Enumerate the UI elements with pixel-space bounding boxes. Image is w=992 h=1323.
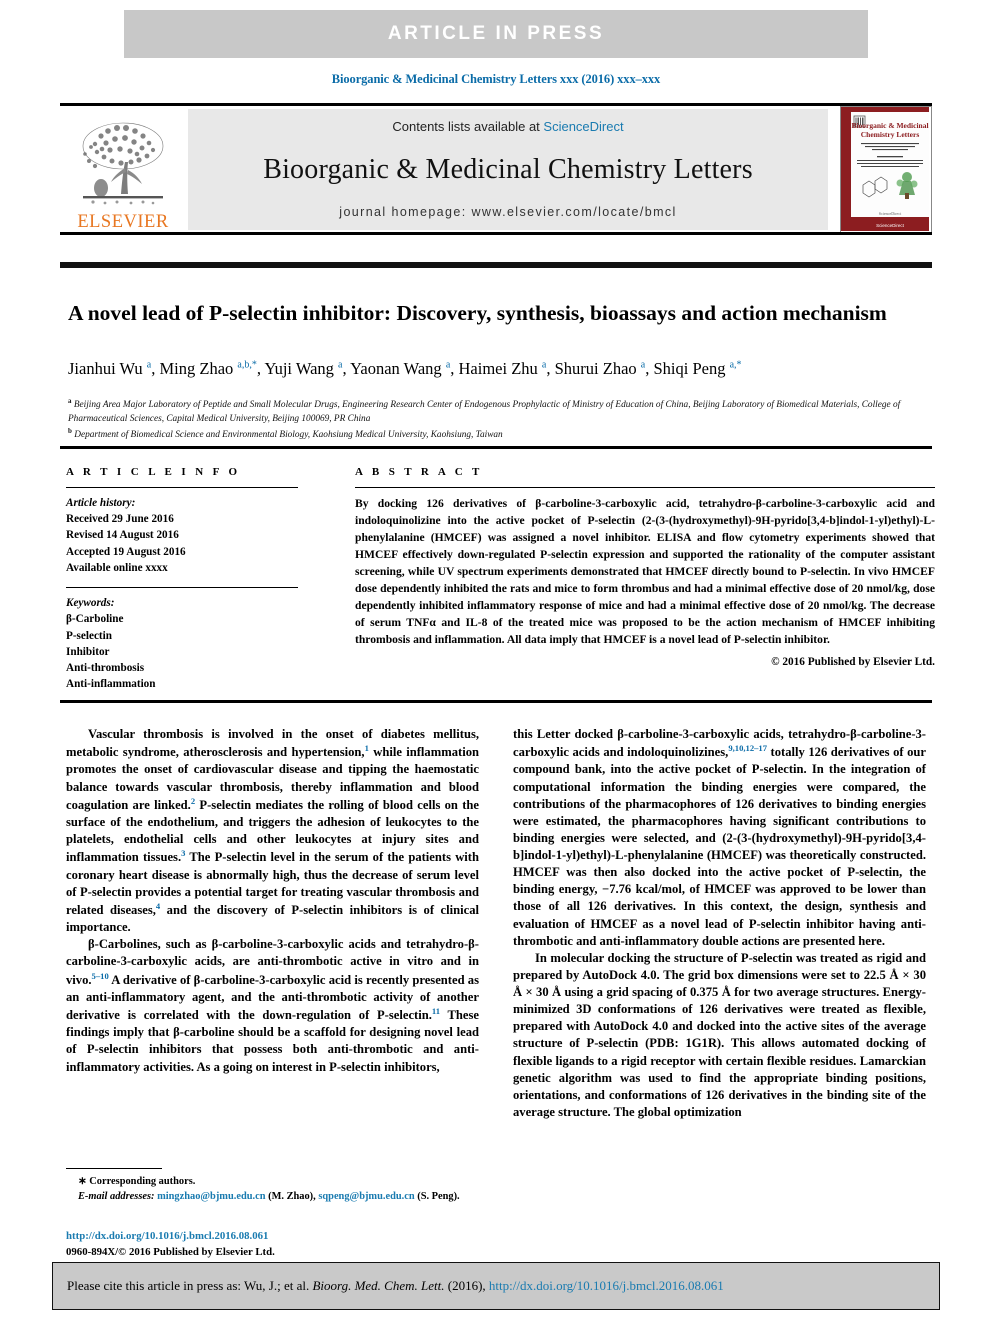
email-link-zhao[interactable]: mingzhao@bjmu.edu.cn xyxy=(157,1191,265,1202)
journal-cover-image: Bioorganic & Medicinal Chemistry Letters xyxy=(841,107,929,231)
elsevier-logo: ELSEVIER xyxy=(64,109,182,231)
cite-this-article-bar: Please cite this article in press as: Wu… xyxy=(52,1262,940,1310)
elsevier-wordmark: ELSEVIER xyxy=(77,211,169,232)
footnote-rule xyxy=(66,1168,162,1169)
title-separator-rule xyxy=(60,262,932,268)
keyword-item: Inhibitor xyxy=(66,645,110,658)
affiliation-a-text: Beijing Area Major Laboratory of Peptide… xyxy=(68,400,901,424)
keyword-item: P-selectin xyxy=(66,629,112,642)
article-history-label: Article history: xyxy=(66,497,136,509)
keywords-separator-rule xyxy=(66,587,298,589)
journal-info-panel: Contents lists available at ScienceDirec… xyxy=(188,109,828,230)
keywords-group: Keywords: β-Carboline P-selectin Inhibit… xyxy=(66,595,298,692)
email-addresses-line: E-mail addresses: mingzhao@bjmu.edu.cn (… xyxy=(66,1190,479,1205)
keyword-item: Anti-thrombosis xyxy=(66,662,145,675)
history-available-online: Available online xxxx xyxy=(66,561,168,574)
article-page: ARTICLE IN PRESS Bioorganic & Medicinal … xyxy=(0,0,992,1323)
affiliations: a Beijing Area Major Laboratory of Pepti… xyxy=(68,396,932,443)
article-info-heading: A R T I C L E I N F O xyxy=(66,466,241,478)
abstract-rule xyxy=(355,487,935,488)
elsevier-tree-icon xyxy=(82,122,164,204)
abstract-heading: A B S T R A C T xyxy=(355,466,483,478)
abstract-text: By docking 126 derivatives of β-carbolin… xyxy=(355,497,935,647)
running-head: Bioorganic & Medicinal Chemistry Letters… xyxy=(331,72,661,86)
contents-lists-line: Contents lists available at ScienceDirec… xyxy=(392,119,623,134)
affiliation-b: b Department of Biomedical Science and E… xyxy=(68,427,503,441)
issn-copyright-line: 0960-894X/© 2016 Published by Elsevier L… xyxy=(66,1245,275,1258)
article-history-group: Article history: Received 29 June 2016 R… xyxy=(66,495,298,576)
svg-text:Bioorganic & Medicinal: Bioorganic & Medicinal xyxy=(851,121,928,130)
abstract-copyright: © 2016 Published by Elsevier Ltd. xyxy=(771,656,935,669)
journal-cover-thumbnail: Bioorganic & Medicinal Chemistry Letters xyxy=(840,106,932,234)
article-info-column: A R T I C L E I N F O Article history: R… xyxy=(66,466,298,693)
article-info-rule xyxy=(66,487,298,488)
cite-text: Please cite this article in press as: Wu… xyxy=(53,1278,724,1294)
history-revised: Revised 14 August 2016 xyxy=(66,529,179,542)
keyword-item: Anti-inflammation xyxy=(66,678,156,691)
masthead-rule-bottom xyxy=(60,232,932,235)
cite-prefix: Please cite this article in press as: Wu… xyxy=(67,1278,313,1293)
email-attrib-zhao: (M. Zhao), xyxy=(268,1190,316,1202)
doi-link[interactable]: http://dx.doi.org/10.1016/j.bmcl.2016.08… xyxy=(66,1229,479,1245)
page-title: A novel lead of P-selectin inhibitor: Di… xyxy=(68,301,887,326)
svg-text:ScienceDirect: ScienceDirect xyxy=(876,223,905,228)
history-accepted: Accepted 19 August 2016 xyxy=(66,545,186,558)
keyword-item: β-Carboline xyxy=(66,613,124,626)
cite-year: (2016), xyxy=(444,1278,489,1293)
cite-journal: Bioorg. Med. Chem. Lett. xyxy=(312,1278,445,1293)
affiliation-b-text: Department of Biomedical Science and Env… xyxy=(74,430,503,441)
journal-masthead: ELSEVIER Contents lists available at Sci… xyxy=(60,103,932,235)
body-right-column: this Letter docked β-carboline-3-carboxy… xyxy=(513,726,926,1121)
body-paragraph: β-Carbolines, such as β-carboline-3-carb… xyxy=(66,937,480,1074)
email-addresses-label: E-mail addresses: xyxy=(78,1190,155,1202)
history-received: Received 29 June 2016 xyxy=(66,513,174,526)
abstract-column: A B S T R A C T By docking 126 derivativ… xyxy=(355,466,935,668)
sciencedirect-link[interactable]: ScienceDirect xyxy=(543,119,623,134)
svg-text:ScienceDirect: ScienceDirect xyxy=(879,211,902,216)
article-in-press-banner: ARTICLE IN PRESS xyxy=(124,10,868,58)
journal-title: Bioorganic & Medicinal Chemistry Letters xyxy=(263,153,753,185)
corresponding-authors-note: ∗ Corresponding authors. xyxy=(78,1176,196,1187)
body-paragraph: Vascular thrombosis is involved in the o… xyxy=(66,727,480,935)
body-left-column: Vascular thrombosis is involved in the o… xyxy=(66,726,479,1076)
keywords-label: Keywords: xyxy=(66,597,115,610)
footnote-block: ∗ Corresponding authors. E-mail addresse… xyxy=(66,1168,479,1205)
affiliation-a: a Beijing Area Major Laboratory of Pepti… xyxy=(68,397,901,424)
abstract-bottom-rule xyxy=(60,700,932,703)
body-paragraph: this Letter docked β-carboline-3-carboxy… xyxy=(513,727,927,948)
cite-doi-link[interactable]: http://dx.doi.org/10.1016/j.bmcl.2016.08… xyxy=(489,1278,724,1293)
doi-issn-block: http://dx.doi.org/10.1016/j.bmcl.2016.08… xyxy=(66,1229,479,1260)
article-in-press-label: ARTICLE IN PRESS xyxy=(387,23,605,44)
svg-text:Chemistry Letters: Chemistry Letters xyxy=(861,130,920,139)
affiliation-separator-rule xyxy=(60,446,932,449)
body-paragraph: In molecular docking the structure of P-… xyxy=(513,950,926,1119)
email-attrib-peng: (S. Peng). xyxy=(417,1190,460,1202)
journal-homepage-line[interactable]: journal homepage: www.elsevier.com/locat… xyxy=(339,205,676,219)
masthead-rule-top xyxy=(60,103,932,106)
email-link-peng[interactable]: sqpeng@bjmu.edu.cn xyxy=(318,1191,414,1202)
author-list: Jianhui Wu a, Ming Zhao a,b,*, Yuji Wang… xyxy=(68,359,742,378)
contents-lists-prefix: Contents lists available at xyxy=(392,119,544,134)
